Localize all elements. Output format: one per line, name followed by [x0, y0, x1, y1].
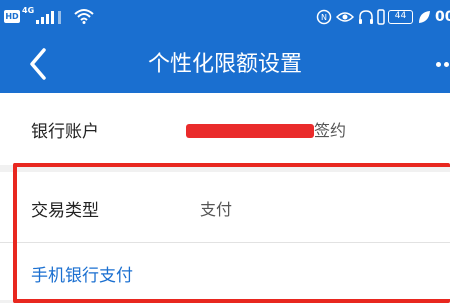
more-dot-icon: [436, 62, 441, 67]
eye-icon: [336, 12, 354, 22]
bank-account-label: 银行账户: [31, 122, 99, 142]
hd-badge: HD: [4, 10, 20, 23]
status-time: 00: [435, 9, 450, 25]
account-status: 签约: [314, 121, 347, 140]
transaction-type-value: 支付: [200, 200, 233, 219]
battery-indicator: 44: [388, 10, 413, 24]
mobile-banking-payment-item[interactable]: 手机银行支付: [0, 243, 450, 300]
network-type: 4G: [22, 6, 35, 15]
signal-icon: [36, 11, 61, 24]
more-dot-icon: [444, 62, 449, 67]
wifi-icon: [74, 9, 94, 24]
transaction-type-row[interactable]: 交易类型 支付: [0, 172, 450, 242]
nav-bar: 个性化限额设置: [0, 36, 450, 93]
more-options-button[interactable]: [428, 58, 450, 72]
mobile-banking-payment-label: 手机银行支付: [31, 266, 133, 286]
page-title: 个性化限额设置: [147, 52, 302, 77]
vibrate-icon: [377, 9, 385, 25]
headphones-icon: [359, 10, 373, 24]
nfc-icon: N: [316, 9, 332, 25]
redacted-account-number: [186, 124, 314, 138]
leaf-icon: [419, 11, 430, 23]
svg-text:N: N: [321, 13, 327, 22]
status-bar: HD 4G N 44 00: [0, 0, 450, 36]
transaction-type-label: 交易类型: [31, 201, 99, 221]
